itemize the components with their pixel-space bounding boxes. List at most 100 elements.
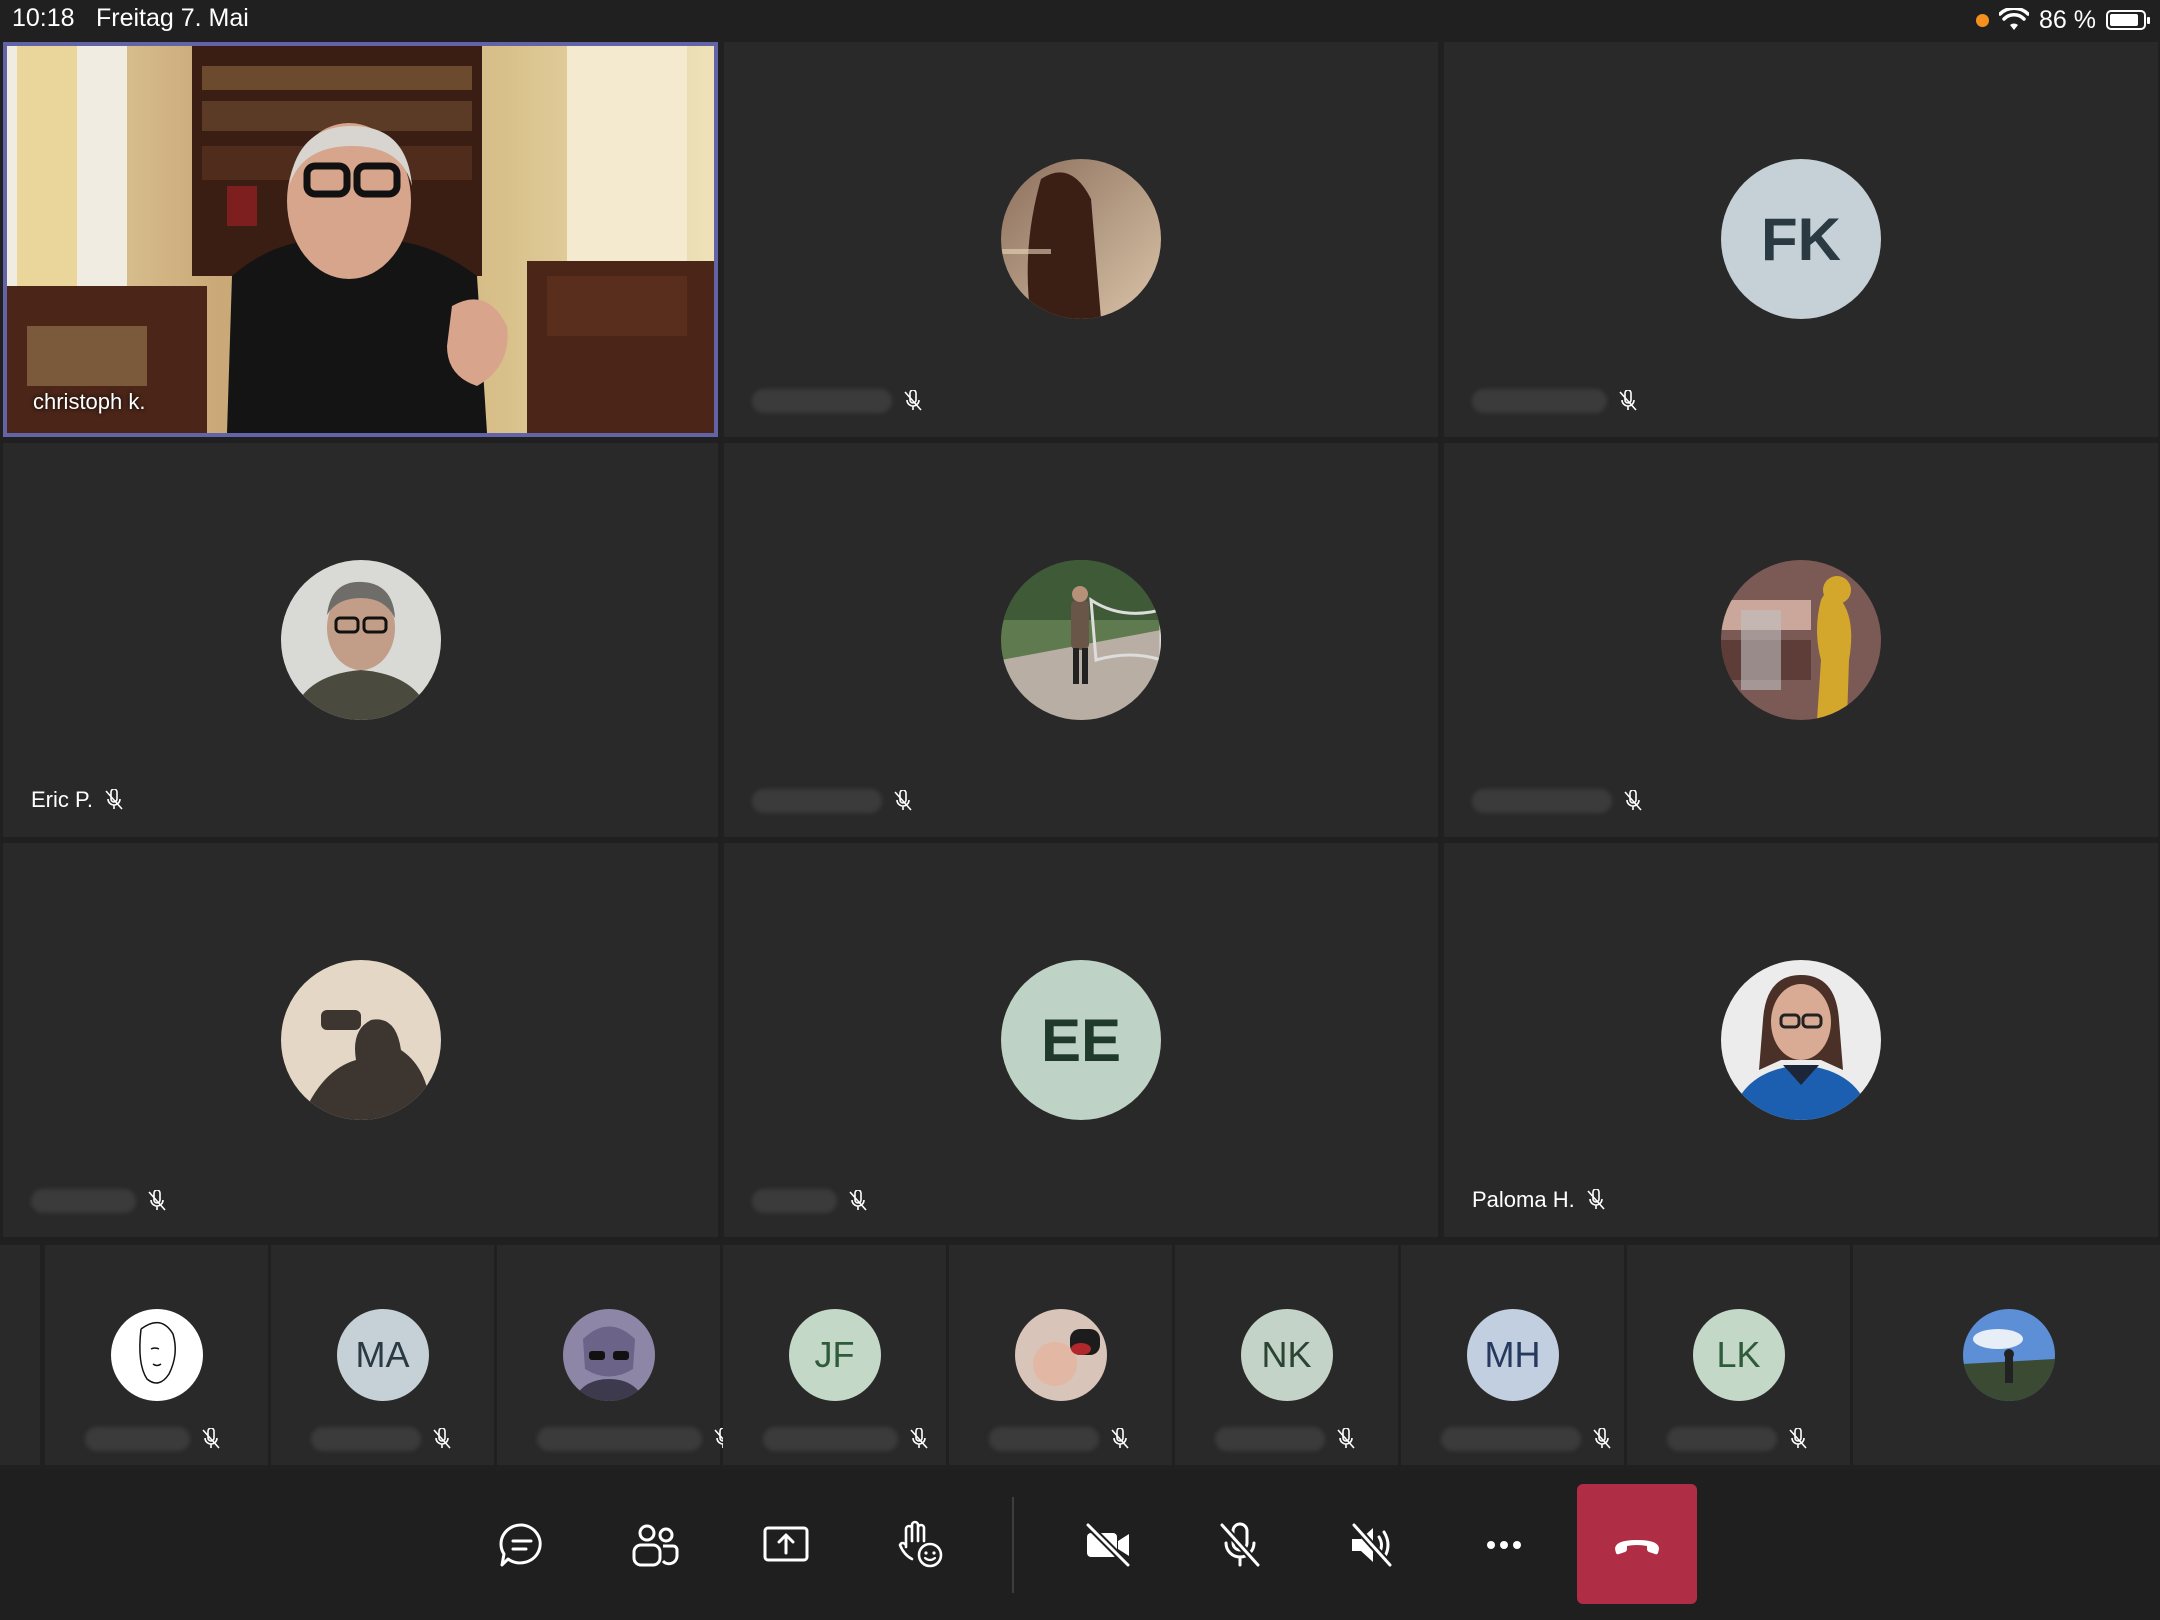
reactions-icon xyxy=(898,1520,943,1568)
mic-muted-icon xyxy=(1593,1428,1611,1449)
mic-muted-icon xyxy=(1587,1189,1605,1210)
participants-icon xyxy=(632,1524,679,1567)
name-redacted xyxy=(31,1189,136,1213)
participant-namebar xyxy=(752,389,924,413)
participant-avatar xyxy=(1014,1309,1107,1401)
participant-namebar xyxy=(85,1427,222,1451)
controls-divider xyxy=(1012,1497,1014,1593)
strip-tile[interactable]: MH xyxy=(1401,1245,1624,1465)
chat-icon xyxy=(499,1523,542,1567)
participant-tile[interactable] xyxy=(724,42,1438,437)
strip-tile[interactable]: JF xyxy=(723,1245,946,1465)
strip-tile[interactable] xyxy=(1853,1245,2160,1465)
mic-muted-icon xyxy=(849,1190,867,1211)
participant-namebar xyxy=(1441,1427,1613,1451)
participant-tile[interactable] xyxy=(1444,443,2158,837)
participant-namebar xyxy=(1472,789,1644,813)
participant-video xyxy=(7,46,714,433)
name-redacted xyxy=(989,1427,1099,1451)
status-time: 10:18 xyxy=(12,4,75,32)
participant-namebar xyxy=(989,1427,1131,1451)
mic-muted-icon xyxy=(1111,1428,1129,1449)
strip-tile[interactable] xyxy=(497,1245,732,1465)
name-redacted xyxy=(752,1189,837,1213)
battery-percent: 86 % xyxy=(2039,5,2096,34)
participant-avatar xyxy=(562,1309,655,1401)
participant-namebar xyxy=(537,1427,734,1451)
name-redacted xyxy=(752,389,892,413)
mic-muted-icon xyxy=(904,390,922,411)
participants-button[interactable] xyxy=(615,1505,695,1585)
mic-muted-icon xyxy=(202,1428,220,1449)
status-right: 86 % xyxy=(1976,4,2150,36)
participant-name: Eric P. xyxy=(31,787,93,812)
status-bar: 10:18 Freitag 7. Mai 86 % xyxy=(0,0,2160,40)
participant-avatar xyxy=(280,960,441,1120)
participant-tile[interactable] xyxy=(3,843,718,1237)
camera-toggle-button[interactable] xyxy=(1068,1505,1148,1585)
participant-avatar: MH xyxy=(1466,1309,1559,1401)
strip-tile[interactable] xyxy=(949,1245,1172,1465)
mic-muted-icon xyxy=(894,790,912,811)
participant-avatar xyxy=(1721,960,1881,1120)
name-redacted xyxy=(1441,1427,1581,1451)
wifi-icon xyxy=(1999,8,2030,30)
participant-avatar: LK xyxy=(1692,1309,1785,1401)
mic-muted-icon xyxy=(1337,1428,1355,1449)
participant-name: Paloma H. xyxy=(1472,1187,1575,1212)
camera-off-icon xyxy=(1085,1522,1131,1568)
reactions-button[interactable] xyxy=(880,1505,960,1585)
mic-muted-icon xyxy=(148,1190,166,1211)
participant-namebar: Paloma H. xyxy=(1472,1187,1607,1213)
participant-tile[interactable]: EE xyxy=(724,843,1438,1237)
more-options-button[interactable] xyxy=(1464,1505,1544,1585)
participant-avatar xyxy=(1001,560,1161,720)
name-redacted xyxy=(1667,1427,1777,1451)
mic-muted-icon xyxy=(1624,790,1642,811)
chat-button[interactable] xyxy=(482,1505,562,1585)
participant-avatar xyxy=(1001,159,1161,319)
participant-tile[interactable]: Eric P. xyxy=(3,443,718,837)
participant-tile[interactable] xyxy=(724,443,1438,837)
participant-namebar xyxy=(763,1427,930,1451)
strip-tile[interactable] xyxy=(0,1245,40,1465)
hang-up-button[interactable] xyxy=(1577,1484,1697,1604)
participant-avatar xyxy=(1963,1309,2055,1401)
mute-button[interactable] xyxy=(1200,1505,1280,1585)
participant-namebar xyxy=(752,789,914,813)
participant-namebar xyxy=(311,1427,453,1451)
participant-tile[interactable]: Paloma H. xyxy=(1444,843,2158,1237)
participant-avatar: JF xyxy=(788,1309,881,1401)
hang-up-icon xyxy=(1615,1540,1659,1555)
participant-namebar xyxy=(1667,1427,1809,1451)
strip-tile[interactable]: NK xyxy=(1175,1245,1398,1465)
speaker-off-icon xyxy=(1351,1522,1393,1568)
share-screen-button[interactable] xyxy=(746,1505,826,1585)
mic-muted-icon xyxy=(1789,1428,1807,1449)
video-tile-active-speaker[interactable]: christoph k. xyxy=(3,42,718,437)
strip-tile[interactable]: LK xyxy=(1627,1245,1850,1465)
name-redacted xyxy=(1472,789,1612,813)
status-date: Freitag 7. Mai xyxy=(96,4,249,32)
strip-tile[interactable]: MA xyxy=(271,1245,494,1465)
participant-tile[interactable]: FK xyxy=(1444,42,2158,437)
strip-tile[interactable] xyxy=(45,1245,268,1465)
participant-namebar xyxy=(752,1189,869,1213)
name-redacted xyxy=(537,1427,702,1451)
participant-name: christoph k. xyxy=(33,389,146,414)
mic-muted-icon xyxy=(433,1428,451,1449)
participant-avatar xyxy=(1721,560,1881,720)
name-redacted xyxy=(85,1427,190,1451)
mic-off-icon xyxy=(1219,1522,1261,1568)
name-redacted xyxy=(752,789,882,813)
speaker-toggle-button[interactable] xyxy=(1332,1505,1412,1585)
mic-muted-icon xyxy=(105,789,123,810)
share-screen-icon xyxy=(763,1526,809,1562)
mic-muted-icon xyxy=(1619,390,1637,411)
participant-namebar xyxy=(1215,1427,1357,1451)
participant-namebar xyxy=(31,1189,168,1213)
battery-icon xyxy=(2106,10,2150,30)
mic-muted-icon xyxy=(910,1428,928,1449)
participant-avatar: EE xyxy=(1001,960,1161,1120)
participant-avatar xyxy=(110,1309,203,1401)
